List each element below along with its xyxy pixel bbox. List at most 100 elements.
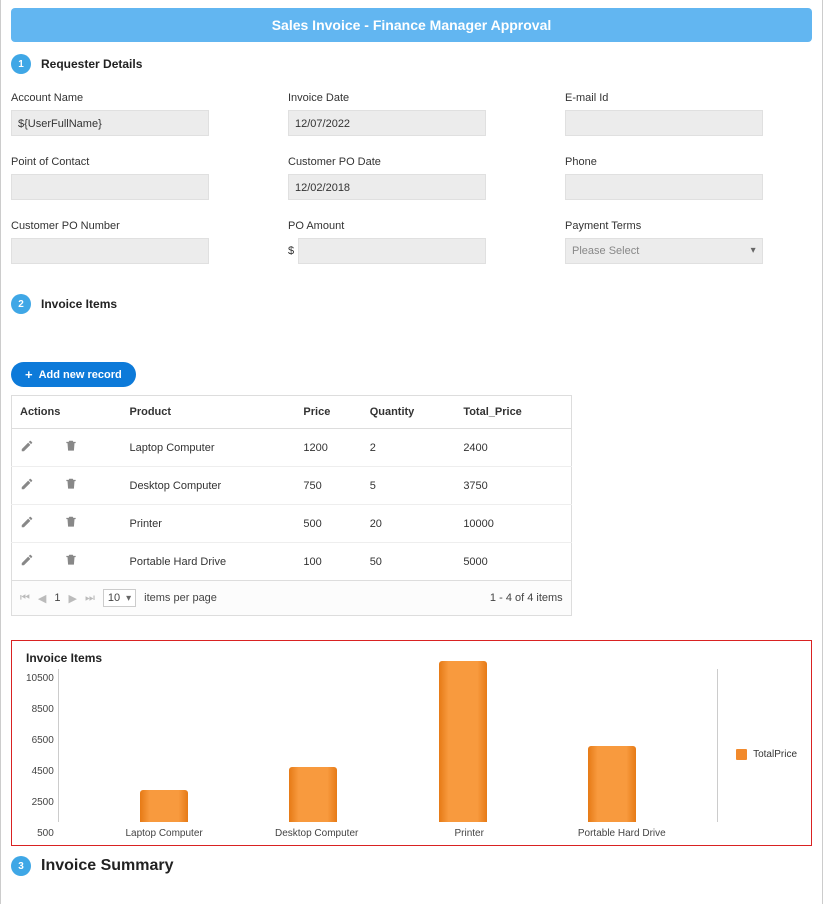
delete-icon[interactable] (64, 515, 78, 532)
step-badge-2: 2 (11, 294, 31, 314)
cell-quantity: 20 (362, 505, 456, 543)
input-poc[interactable] (11, 174, 209, 200)
edit-icon[interactable] (20, 515, 34, 532)
delete-icon[interactable] (64, 439, 78, 456)
input-email[interactable] (565, 110, 763, 136)
field-pay-terms: Payment Terms Please Select ▾ (565, 220, 812, 264)
input-cust-po-date[interactable]: 12/02/2018 (288, 174, 486, 200)
chart-bar (289, 767, 337, 822)
select-pay-terms[interactable]: Please Select ▾ (565, 238, 763, 264)
step-badge-3: 3 (11, 856, 31, 876)
chart-x-axis: Laptop Computer Desktop Computer Printer Po… (58, 822, 728, 839)
cell-product: Desktop Computer (122, 467, 296, 505)
y-tick: 2500 (26, 797, 54, 808)
y-tick: 6500 (26, 735, 54, 746)
label-account-name: Account Name (11, 92, 258, 104)
field-poc: Point of Contact (11, 156, 258, 200)
cell-price: 1200 (295, 429, 361, 467)
step-header-requester: 1 Requester Details (11, 54, 812, 74)
input-phone[interactable] (565, 174, 763, 200)
label-cust-po-num: Customer PO Number (11, 220, 258, 232)
cell-quantity: 5 (362, 467, 456, 505)
chart-plot-area (58, 669, 718, 822)
pager-range: 1 - 4 of 4 items (490, 592, 563, 604)
field-email: E-mail Id (565, 92, 812, 136)
cell-total: 2400 (455, 429, 571, 467)
table-row: Laptop Computer120022400 (12, 429, 572, 467)
table-row: Desktop Computer75053750 (12, 467, 572, 505)
label-cust-po-date: Customer PO Date (288, 156, 535, 168)
chart-y-axis: 105008500650045002500500 (26, 669, 58, 839)
legend-swatch-icon (736, 749, 747, 760)
cell-product: Printer (122, 505, 296, 543)
edit-icon[interactable] (20, 477, 34, 494)
input-account-name[interactable]: ${UserFullName} (11, 110, 209, 136)
field-po-amount: PO Amount $ (288, 220, 535, 264)
field-cust-po-date: Customer PO Date 12/02/2018 (288, 156, 535, 200)
cell-total: 3750 (455, 467, 571, 505)
input-invoice-date[interactable]: 12/07/2022 (288, 110, 486, 136)
step-badge-1: 1 (11, 54, 31, 74)
y-tick: 8500 (26, 704, 54, 715)
pager-last-icon[interactable]: ⏭ (85, 592, 95, 605)
y-tick: 10500 (26, 673, 54, 684)
x-tick: Laptop Computer (114, 828, 214, 839)
legend-label: TotalPrice (753, 749, 797, 760)
cell-total: 5000 (455, 543, 571, 581)
pager-size-select[interactable]: 10 ▾ (103, 589, 136, 607)
table-row: Portable Hard Drive100505000 (12, 543, 572, 581)
pager: ⏮ ◀ 1 ▶ ⏭ 10 ▾ items per page 1 - 4 of 4… (11, 581, 572, 616)
chart-title: Invoice Items (26, 651, 797, 665)
delete-icon[interactable] (64, 477, 78, 494)
x-tick: Portable Hard Drive (572, 828, 672, 839)
step-title-items: Invoice Items (41, 297, 117, 311)
cell-product: Laptop Computer (122, 429, 296, 467)
plus-icon: + (25, 368, 33, 381)
pager-next-icon[interactable]: ▶ (69, 592, 77, 605)
label-phone: Phone (565, 156, 812, 168)
col-total: Total_Price (455, 396, 571, 429)
chart-box: Invoice Items 105008500650045002500500 L… (11, 640, 812, 846)
col-product: Product (122, 396, 296, 429)
chevron-down-icon: ▾ (126, 593, 131, 604)
field-invoice-date: Invoice Date 12/07/2022 (288, 92, 535, 136)
currency-symbol: $ (288, 245, 294, 257)
invoice-items-table: Actions Product Price Quantity Total_Pri… (11, 395, 572, 581)
step-header-items: 2 Invoice Items (11, 294, 812, 314)
add-record-button[interactable]: + Add new record (11, 362, 136, 387)
cell-quantity: 2 (362, 429, 456, 467)
input-cust-po-num[interactable] (11, 238, 209, 264)
cell-total: 10000 (455, 505, 571, 543)
step-header-summary: 3 Invoice Summary (11, 856, 812, 876)
delete-icon[interactable] (64, 553, 78, 570)
step-title-requester: Requester Details (41, 57, 142, 71)
col-actions: Actions (12, 396, 122, 429)
x-tick: Desktop Computer (267, 828, 367, 839)
table-row: Printer5002010000 (12, 505, 572, 543)
chart-bar (439, 661, 487, 823)
pager-first-icon[interactable]: ⏮ (20, 592, 30, 605)
field-account-name: Account Name ${UserFullName} (11, 92, 258, 136)
x-tick: Printer (419, 828, 519, 839)
page-banner: Sales Invoice - Finance Manager Approval (11, 8, 812, 42)
step-title-summary: Invoice Summary (41, 857, 174, 875)
label-poc: Point of Contact (11, 156, 258, 168)
chevron-down-icon: ▾ (751, 238, 756, 264)
cell-price: 100 (295, 543, 361, 581)
cell-price: 750 (295, 467, 361, 505)
cell-product: Portable Hard Drive (122, 543, 296, 581)
edit-icon[interactable] (20, 553, 34, 570)
pager-size-value: 10 (108, 592, 120, 604)
pager-prev-icon[interactable]: ◀ (38, 592, 46, 605)
pager-page: 1 (54, 592, 60, 604)
edit-icon[interactable] (20, 439, 34, 456)
cell-quantity: 50 (362, 543, 456, 581)
label-po-amount: PO Amount (288, 220, 535, 232)
input-po-amount[interactable] (298, 238, 485, 264)
y-tick: 4500 (26, 766, 54, 777)
add-record-label: Add new record (39, 369, 122, 381)
chart-bar (588, 746, 636, 823)
chart-bar (140, 790, 188, 822)
select-pay-terms-placeholder: Please Select (572, 238, 639, 264)
field-cust-po-num: Customer PO Number (11, 220, 258, 264)
